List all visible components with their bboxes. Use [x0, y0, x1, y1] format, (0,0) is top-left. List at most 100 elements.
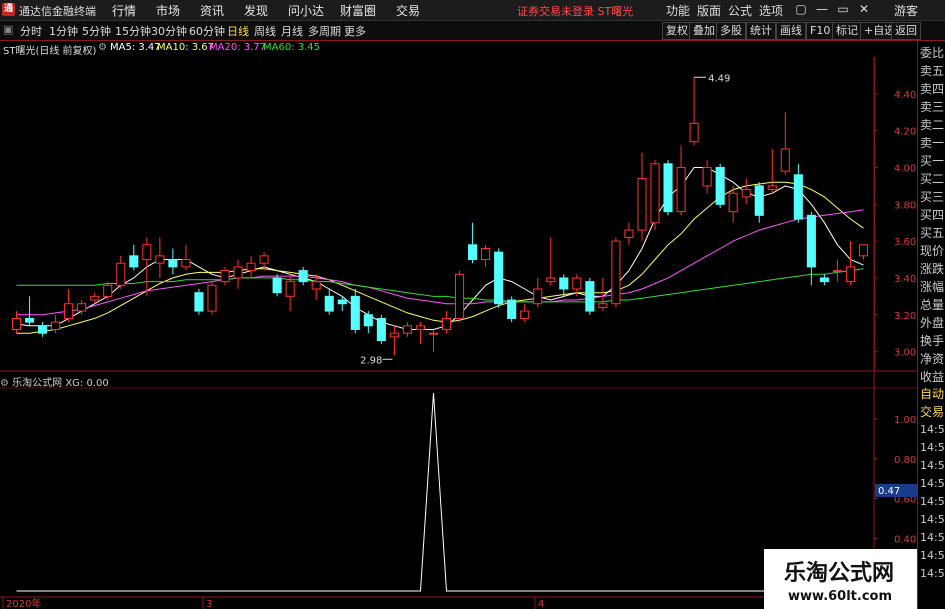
candle-body-5	[77, 303, 87, 312]
candle-body-9	[129, 255, 139, 268]
candle-body-31	[415, 325, 425, 330]
candle-body-7	[103, 284, 113, 297]
tick-time-3: 14:55	[920, 477, 945, 490]
candle-body-35	[468, 244, 478, 261]
quote-label-17: 净资	[920, 352, 945, 366]
candle-body-16	[220, 270, 230, 283]
candle-body-14	[194, 292, 204, 312]
candle-body-28	[376, 317, 386, 342]
candle-body-64	[845, 266, 855, 283]
candle-body-37	[494, 251, 504, 305]
candle-body-59	[780, 148, 790, 172]
quote-label-18: 收益	[920, 370, 945, 384]
indicator-tick-label-1: 0.80	[894, 455, 916, 466]
tick-time-1: 14:55	[920, 441, 945, 454]
quote-label-16: 换手	[920, 334, 945, 348]
candle-body-50	[663, 163, 673, 213]
candle-body-48	[637, 178, 647, 231]
tick-time-8: 14:56	[920, 567, 945, 580]
candle-body-54	[715, 166, 725, 205]
indicator-tick-label-0: 1.00	[894, 415, 916, 426]
price-tick-label-6: 3.20	[894, 311, 916, 322]
candle-body-15	[207, 284, 217, 312]
candle-body-3	[51, 321, 61, 330]
time-tick-label-1: 3	[206, 599, 212, 609]
candle-body-56	[741, 189, 751, 198]
watermark: 乐淘公式网 www.60lt.com	[764, 549, 917, 609]
time-tick-label-0: 2020年	[6, 597, 41, 609]
candle-body-24	[324, 295, 334, 312]
candle-body-11	[155, 255, 165, 264]
candle-body-61	[806, 214, 816, 268]
candle-body-29	[389, 332, 399, 338]
watermark-url: www.60lt.com	[788, 589, 893, 604]
candle-body-44	[585, 281, 595, 312]
candle-body-62	[819, 277, 829, 283]
candle-body-55	[728, 192, 738, 213]
app-window: 通 通达信金融终端 行情 市场 资讯 发现 问小达 财富圈 交易 证券交易未登录…	[0, 0, 945, 609]
time-tick-label-2: 4	[538, 599, 544, 609]
price-tick-label-3: 3.80	[894, 200, 916, 211]
candle-body-2	[38, 325, 48, 334]
candle-body-30	[402, 325, 412, 334]
low-annotation-label: 2.98	[360, 355, 382, 366]
candle-body-63	[832, 270, 842, 273]
quote-label-7: 买二	[920, 172, 945, 186]
price-tick-label-7: 3.00	[894, 348, 916, 359]
auto-trade-label-0[interactable]: 自动	[920, 385, 945, 402]
candle-body-58	[767, 185, 777, 191]
candle-body-20	[272, 277, 282, 294]
indicator-header: ⚙ 乐淘公式网 XG: 0.00	[0, 374, 109, 389]
candle-body-21	[285, 281, 295, 297]
quote-label-2: 卖四	[920, 82, 945, 96]
candle-body-51	[676, 166, 686, 213]
price-tick-label-0: 4.40	[894, 90, 916, 101]
candle-body-4	[64, 303, 74, 319]
candle-body-26	[350, 295, 360, 330]
quote-label-4: 卖二	[920, 118, 945, 132]
quote-label-10: 买五	[920, 226, 945, 240]
candle-body-23	[311, 281, 321, 290]
tick-time-2: 14:55	[920, 459, 945, 472]
candle-body-36	[481, 247, 491, 261]
candle-body-46	[611, 240, 621, 305]
indicator-settings-icon[interactable]: ⚙	[0, 378, 9, 389]
candle-body-49	[650, 163, 660, 224]
tick-time-0: 14:55	[920, 423, 945, 436]
candle-body-33	[441, 317, 452, 330]
price-tick-label-2: 4.00	[894, 163, 916, 174]
price-tick-label-4: 3.60	[894, 237, 916, 248]
quote-label-13: 涨幅	[920, 280, 945, 294]
candle-body-60	[793, 174, 803, 220]
quote-label-3: 卖三	[920, 100, 945, 114]
candle-body-45	[598, 303, 608, 308]
candle-body-1	[25, 317, 35, 323]
indicator-tick-label-3: 0.40	[894, 534, 916, 545]
tick-time-7: 14:56	[920, 549, 945, 562]
candle-body-40	[533, 288, 543, 305]
auto-trade-label-1[interactable]: 交易	[920, 403, 945, 420]
quote-label-0: 委比	[920, 46, 945, 60]
candle-body-34	[455, 273, 465, 319]
quote-label-15: 外盘	[920, 316, 945, 330]
tick-time-5: 14:56	[920, 513, 945, 526]
candle-body-19	[259, 255, 269, 264]
ma-line-ma60	[16, 268, 864, 303]
ma-line-ma20	[16, 209, 864, 316]
candlestick-chart[interactable]: 4.40 4.20 4.00 3.80 3.60 3.40 3.20 3.00 4.49 2.98…	[0, 0, 917, 609]
candle-body-32	[428, 332, 439, 335]
candle-body-57	[754, 185, 764, 216]
quote-side-panel: 委比 卖五 卖四 卖三 卖二 卖一 买一 买二 买三 买四 买五 现价 涨跌 涨幅 总量 外盘 换手 净资 收益 自动…	[917, 41, 945, 609]
candle-body-6	[90, 295, 100, 301]
xg-signal-line	[16, 392, 864, 592]
candle-body-22	[298, 270, 308, 283]
candle-body-17	[233, 266, 243, 279]
high-annotation-label: 4.49	[708, 73, 730, 84]
candle-body-39	[520, 310, 530, 319]
candle-body-8	[116, 262, 126, 286]
price-tick-label-1: 4.20	[894, 127, 916, 138]
candle-body-65	[858, 244, 869, 257]
quote-label-1: 卖五	[920, 64, 945, 78]
watermark-title: 乐淘公式网	[784, 561, 895, 586]
quote-label-6: 买一	[920, 154, 945, 168]
